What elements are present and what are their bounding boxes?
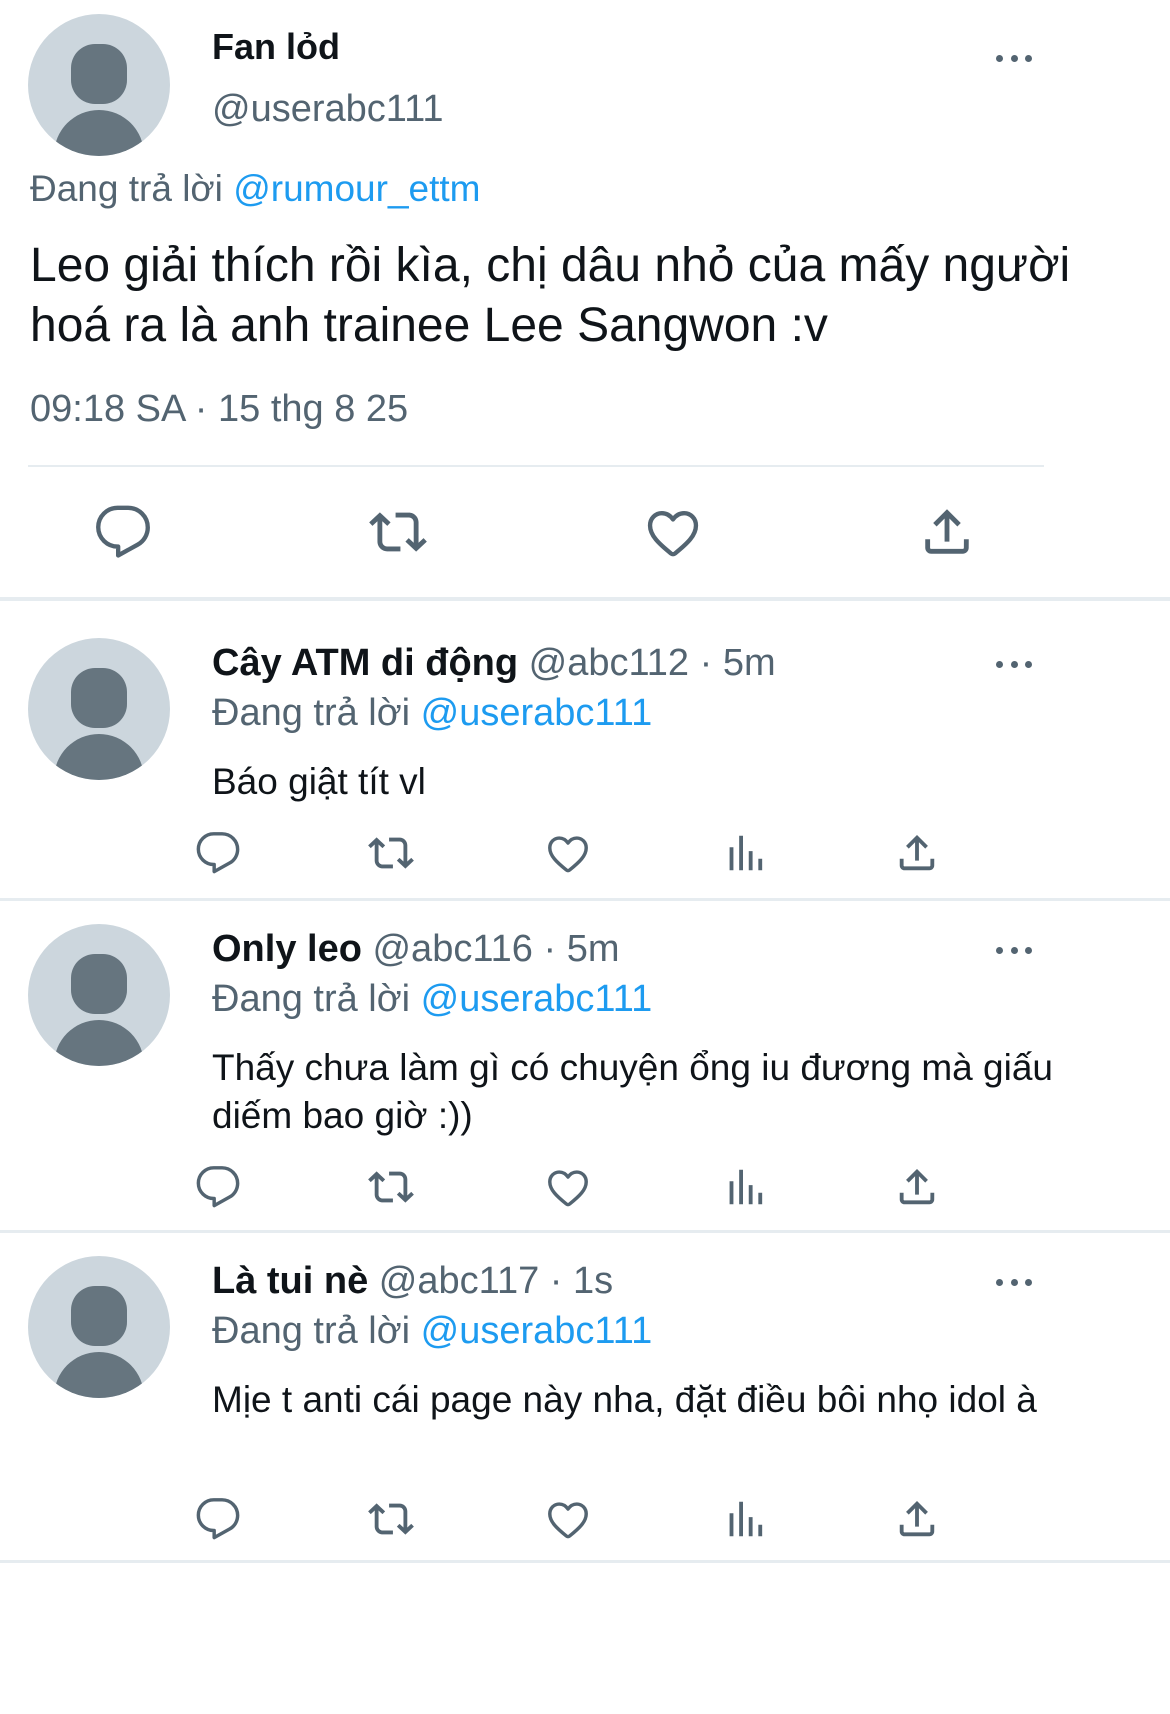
divider [0, 1230, 1170, 1233]
replying-to-link[interactable]: @userabc111 [421, 978, 653, 1020]
display-name[interactable]: Là tui nè [212, 1260, 368, 1302]
tweet-text: Leo giải thích rồi kìa, chị dâu nhỏ của … [30, 239, 1071, 352]
display-name[interactable]: Fan lỏd [212, 26, 340, 68]
replying-to: Đang trả lời @rumour_ettm [30, 168, 480, 210]
retweet-icon[interactable] [368, 503, 428, 561]
avatar[interactable] [28, 924, 170, 1066]
avatar[interactable] [28, 638, 170, 780]
user-handle[interactable]: @abc116 [372, 928, 532, 970]
user-handle[interactable]: @abc117 [379, 1260, 539, 1302]
reply-time: · 5m [543, 928, 620, 970]
tweet-timestamp[interactable]: 09:18 SA · 15 thg 8 25 [30, 388, 408, 431]
replying-to: Đang trả lời @userabc111 [212, 978, 652, 1021]
reply-header: Only leo @abc116 · 5m [212, 928, 619, 971]
reply-icon[interactable] [195, 1164, 241, 1210]
reply-text: Thấy chưa làm gì có chuyện ổng iu đương … [212, 1047, 1053, 1136]
replying-to-link[interactable]: @rumour_ettm [233, 168, 480, 209]
divider [0, 1560, 1170, 1563]
views-icon[interactable] [720, 830, 766, 876]
more-options-icon[interactable] [992, 48, 1036, 68]
user-handle[interactable]: @abc112 [529, 642, 689, 684]
retweet-icon[interactable] [367, 830, 415, 876]
share-icon[interactable] [894, 1164, 940, 1210]
reply-icon[interactable] [94, 503, 152, 561]
reply-time: · 5m [699, 642, 776, 684]
reply-icon[interactable] [195, 830, 241, 876]
share-icon[interactable] [894, 830, 940, 876]
retweet-icon[interactable] [367, 1164, 415, 1210]
share-icon[interactable] [918, 503, 976, 561]
replying-label: Đang trả lời [212, 692, 411, 734]
replying-to: Đang trả lời @userabc111 [212, 692, 652, 735]
replying-label: Đang trả lời [212, 1310, 411, 1352]
avatar[interactable] [28, 1256, 170, 1398]
reply-time: · 1s [549, 1260, 614, 1302]
reply-icon[interactable] [195, 1496, 241, 1542]
reply-text: Mịe t anti cái page này nha, đặt điều bô… [212, 1379, 1037, 1420]
more-options-icon[interactable] [992, 940, 1036, 960]
replying-label: Đang trả lời [212, 978, 411, 1020]
section-divider [0, 597, 1170, 601]
like-icon[interactable] [545, 830, 591, 876]
replying-label: Đang trả lời [30, 168, 223, 209]
replying-to-link[interactable]: @userabc111 [421, 1310, 653, 1352]
like-icon[interactable] [545, 1496, 591, 1542]
more-options-icon[interactable] [992, 654, 1036, 674]
like-icon[interactable] [545, 1164, 591, 1210]
replying-to: Đang trả lời @userabc111 [212, 1310, 652, 1353]
display-name[interactable]: Only leo [212, 928, 362, 970]
replying-to-link[interactable]: @userabc111 [421, 692, 653, 734]
reply-header: Cây ATM di động @abc112 · 5m [212, 642, 776, 685]
divider [0, 898, 1170, 901]
display-name[interactable]: Cây ATM di động [212, 642, 518, 684]
reply-text: Báo giật tít vl [212, 761, 426, 802]
retweet-icon[interactable] [367, 1496, 415, 1542]
more-options-icon[interactable] [992, 1272, 1036, 1292]
avatar[interactable] [28, 14, 170, 156]
views-icon[interactable] [720, 1496, 766, 1542]
reply-header: Là tui nè @abc117 · 1s [212, 1260, 613, 1303]
share-icon[interactable] [894, 1496, 940, 1542]
like-icon[interactable] [644, 503, 702, 561]
divider [28, 465, 1044, 467]
user-handle[interactable]: @userabc111 [212, 88, 444, 131]
views-icon[interactable] [720, 1164, 766, 1210]
